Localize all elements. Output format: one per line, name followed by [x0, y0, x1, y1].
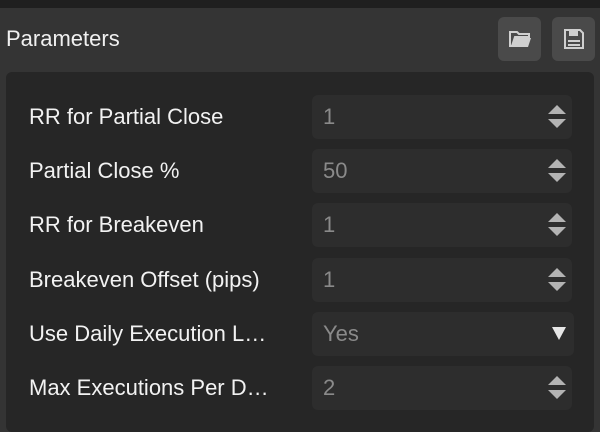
- param-label: Use Daily Execution L…: [29, 321, 267, 346]
- spinner-icon[interactable]: [548, 212, 568, 238]
- param-value: 1: [323, 104, 336, 129]
- partial-close-pct-input[interactable]: 50: [312, 149, 572, 193]
- param-value: 1: [323, 267, 336, 292]
- param-value: 2: [323, 375, 336, 400]
- folder-open-icon: [508, 31, 531, 47]
- open-preset-button[interactable]: [498, 17, 541, 61]
- param-row-breakeven-offset: Breakeven Offset (pips) 1: [6, 258, 594, 302]
- floppy-save-icon: [563, 29, 584, 49]
- spinner-icon[interactable]: [548, 267, 568, 293]
- spinner-icon[interactable]: [548, 375, 568, 401]
- param-row-partial-close-pct: Partial Close % 50: [6, 149, 594, 193]
- rr-partial-close-input[interactable]: 1: [312, 95, 572, 139]
- top-strip: [0, 0, 600, 8]
- param-value: 50: [323, 158, 348, 183]
- param-label: RR for Partial Close: [29, 104, 224, 129]
- spinner-icon[interactable]: [548, 158, 568, 184]
- max-executions-input[interactable]: 2: [312, 366, 572, 410]
- param-row-daily-execution-limit: Use Daily Execution L… Yes: [6, 312, 594, 356]
- param-label: Partial Close %: [29, 158, 180, 183]
- param-label: RR for Breakeven: [29, 212, 204, 237]
- parameters-panel: RR for Partial Close 1 Partial Close % 5…: [6, 72, 594, 432]
- param-row-max-executions: Max Executions Per D… 2: [6, 366, 594, 410]
- param-label: Max Executions Per D…: [29, 375, 269, 400]
- param-label: Breakeven Offset (pips): [29, 267, 260, 292]
- save-preset-button[interactable]: [552, 17, 595, 61]
- param-value: 1: [323, 212, 336, 237]
- param-row-rr-partial-close: RR for Partial Close 1: [6, 95, 594, 139]
- rr-breakeven-input[interactable]: 1: [312, 203, 572, 247]
- chevron-down-icon: [552, 327, 566, 340]
- spinner-icon[interactable]: [548, 104, 568, 130]
- panel-title: Parameters: [6, 26, 120, 51]
- parameters-header: Parameters: [0, 8, 600, 72]
- daily-execution-limit-select[interactable]: Yes: [312, 312, 574, 356]
- breakeven-offset-input[interactable]: 1: [312, 258, 572, 302]
- param-value: Yes: [323, 321, 359, 346]
- param-row-rr-breakeven: RR for Breakeven 1: [6, 203, 594, 247]
